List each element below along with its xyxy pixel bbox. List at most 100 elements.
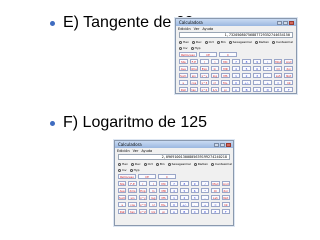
key-dms[interactable]: dms [128, 188, 137, 193]
key-n[interactable]: n! [149, 202, 158, 207]
radio-bin[interactable]: Bin [216, 40, 226, 44]
menu-ver[interactable]: Ver [133, 149, 139, 153]
key-mc[interactable]: MC [159, 181, 168, 186]
key-and[interactable]: And [221, 181, 230, 186]
key-2[interactable]: 2 [242, 73, 251, 78]
radio-inv[interactable]: Inv [118, 168, 127, 172]
key-sum[interactable]: Sum [118, 195, 127, 200]
key-key[interactable]: - [200, 195, 210, 200]
key-9[interactable]: 9 [190, 181, 199, 186]
key-b[interactable]: B [180, 209, 189, 214]
radio-hyp[interactable]: Hyp [129, 168, 140, 172]
key-x-2[interactable]: x^2 [138, 209, 148, 214]
key-d[interactable]: D [263, 87, 272, 92]
key-key[interactable]: ( [200, 59, 209, 64]
key-3[interactable]: 3 [252, 73, 262, 78]
key-n[interactable]: n! [210, 80, 220, 85]
key-log[interactable]: log [210, 73, 220, 78]
key-ave[interactable]: Ave [118, 188, 127, 193]
key-key[interactable]: , [252, 80, 262, 85]
radio-sexagesimal[interactable]: Sexagesimal [167, 162, 191, 166]
key-not[interactable]: Not [221, 195, 230, 200]
key-5[interactable]: 5 [242, 66, 251, 71]
key-ce[interactable]: CE [199, 52, 217, 57]
key-c[interactable]: C [219, 52, 237, 57]
key-sta[interactable]: Sta [179, 59, 188, 64]
key-exp[interactable]: Exp [200, 66, 209, 71]
maximize-icon[interactable] [220, 142, 225, 147]
key-lsh[interactable]: Lsh [211, 195, 220, 200]
key-retroceso[interactable]: Retroceso [179, 52, 197, 57]
key-1-x[interactable]: 1/x [149, 209, 158, 214]
key-x-2[interactable]: x^2 [200, 87, 209, 92]
key-key[interactable]: * [200, 188, 210, 193]
key-key[interactable]: + [200, 202, 210, 207]
radio-sexagesimal[interactable]: Sexagesimal [228, 40, 252, 44]
close-icon[interactable] [289, 20, 294, 25]
key-exp[interactable]: Exp [138, 188, 148, 193]
key-1[interactable]: 1 [169, 195, 179, 200]
key-key[interactable]: + [263, 80, 272, 85]
key-5[interactable]: 5 [180, 188, 189, 193]
radio-radian[interactable]: Radian [254, 40, 269, 44]
key-xor[interactable]: Xor [221, 188, 230, 193]
key-not[interactable]: Not [284, 73, 294, 78]
key-mr[interactable]: MR [221, 66, 230, 71]
key-e[interactable]: E [273, 87, 283, 92]
key-dat[interactable]: Dat [179, 87, 188, 92]
key-key[interactable]: ) [210, 59, 220, 64]
key-c[interactable]: C [252, 87, 262, 92]
key-tan[interactable]: tan [189, 87, 199, 92]
key-x-3[interactable]: x^3 [138, 202, 148, 207]
key-2[interactable]: 2 [180, 195, 189, 200]
key-key[interactable]: +/- [242, 80, 251, 85]
maximize-icon[interactable] [283, 20, 288, 25]
key-4[interactable]: 4 [231, 66, 241, 71]
key-0[interactable]: 0 [231, 80, 241, 85]
menu-ver[interactable]: Ver [194, 27, 200, 31]
radio-dec[interactable]: Dec [130, 162, 141, 166]
key-key[interactable]: = [211, 202, 220, 207]
key-sin[interactable]: sin [189, 73, 199, 78]
key-c[interactable]: C [158, 174, 176, 179]
key-pi[interactable]: pi [159, 209, 168, 214]
key-3[interactable]: 3 [190, 195, 199, 200]
key-log[interactable]: log [149, 195, 158, 200]
key-or[interactable]: Or [273, 66, 283, 71]
key-ce[interactable]: CE [138, 174, 156, 179]
key-sin[interactable]: sin [128, 195, 137, 200]
key-0[interactable]: 0 [169, 202, 179, 207]
key-c[interactable]: C [190, 209, 199, 214]
radio-dec[interactable]: Dec [191, 40, 202, 44]
key-1[interactable]: 1 [231, 73, 241, 78]
key-key[interactable]: +/- [180, 202, 189, 207]
radio-bin[interactable]: Bin [155, 162, 165, 166]
radio-centesimal[interactable]: Centesimal [211, 162, 232, 166]
minimize-icon[interactable] [214, 142, 219, 147]
key-or[interactable]: Or [211, 188, 220, 193]
key-sum[interactable]: Sum [179, 73, 188, 78]
menu-ayuda[interactable]: Ayuda [141, 149, 152, 153]
key-ave[interactable]: Ave [179, 66, 188, 71]
radio-hyp[interactable]: Hyp [190, 46, 201, 50]
key-f[interactable]: F [284, 87, 294, 92]
key-ms[interactable]: MS [159, 195, 168, 200]
key-s[interactable]: s [118, 202, 127, 207]
key-6[interactable]: 6 [190, 188, 199, 193]
key-tan[interactable]: tan [128, 209, 137, 214]
key-m[interactable]: M+ [221, 80, 230, 85]
key-key[interactable]: = [273, 80, 283, 85]
key-7[interactable]: 7 [169, 181, 179, 186]
key-int[interactable]: Int [284, 80, 294, 85]
radio-oct[interactable]: Oct [143, 162, 153, 166]
key-x-y[interactable]: x^y [138, 195, 148, 200]
key-key[interactable]: / [263, 59, 272, 64]
key-dms[interactable]: dms [189, 66, 199, 71]
key-d[interactable]: D [200, 209, 210, 214]
key-9[interactable]: 9 [252, 59, 262, 64]
key-ln[interactable]: ln [149, 188, 158, 193]
key-e[interactable]: E [211, 209, 220, 214]
key-7[interactable]: 7 [231, 59, 241, 64]
radio-centesimal[interactable]: Centesimal [272, 40, 293, 44]
key-ln[interactable]: ln [210, 66, 220, 71]
